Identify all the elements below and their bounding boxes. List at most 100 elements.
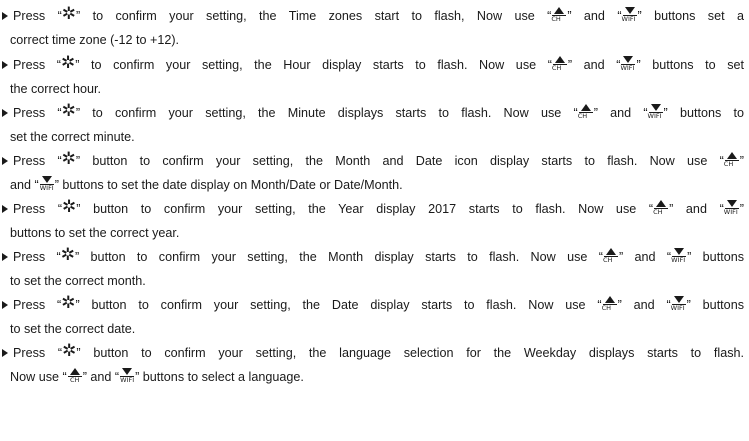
bullet-icon <box>2 349 8 357</box>
gear-icon: ✲ <box>62 341 77 362</box>
ch-label: CH <box>69 375 80 384</box>
up-arrow-ch-icon: CH <box>67 366 83 386</box>
instruction-item: Press “✲” button to confirm your setting… <box>2 341 744 389</box>
triangle-up-icon <box>726 151 737 159</box>
wifi-label: WIFI <box>671 255 686 264</box>
triangle-down-icon <box>122 367 133 375</box>
instruction-text: ” and “ <box>82 370 120 384</box>
instruction-line-first: Press “✲” button to confirm your setting… <box>2 341 744 365</box>
bullet-icon <box>2 205 8 213</box>
triangle-up-icon <box>580 103 591 111</box>
instruction-text: ” buttons set a <box>637 9 745 23</box>
triangle-up-icon <box>554 6 565 14</box>
gear-icon: ✲ <box>62 197 77 218</box>
instruction-text: ” and “ <box>593 106 648 120</box>
instruction-text: ” button to confirm your setting, the Da… <box>75 298 602 312</box>
instruction-text: ” button to confirm your setting, the Mo… <box>75 154 724 168</box>
instruction-text: Press “ <box>13 346 63 360</box>
instruction-line-first: Press “✲” button to confirm your setting… <box>2 149 744 173</box>
instruction-text: Press “ <box>13 9 62 23</box>
gear-icon: ✲ <box>61 4 77 25</box>
instruction-text: ” buttons <box>687 250 744 264</box>
ch-label: CH <box>551 14 561 23</box>
bullet-icon <box>2 109 8 117</box>
gear-icon: ✲ <box>60 53 76 74</box>
ch-label: CH <box>551 63 562 72</box>
instruction-line-first: Press “✲” to confirm your setting, the T… <box>2 4 744 28</box>
instruction-item: Press “✲” button to confirm your setting… <box>2 245 744 293</box>
bullet-icon <box>2 61 8 69</box>
instruction-text: ” and “ <box>617 298 671 312</box>
triangle-down-icon <box>673 295 684 303</box>
instruction-text: ” and “ <box>567 9 622 23</box>
up-arrow-ch-icon: CH <box>603 246 619 266</box>
instruction-text: ” and “ <box>567 58 621 72</box>
triangle-down-icon <box>623 55 634 63</box>
bullet-icon <box>2 301 8 309</box>
wifi-label: WIFI <box>647 111 662 120</box>
instruction-item: Press “✲” to confirm your setting, the M… <box>2 101 744 149</box>
wifi-label: WIFI <box>39 183 54 192</box>
instruction-text: Press “ <box>13 202 63 216</box>
down-arrow-wifi-icon: WIFI <box>671 294 687 314</box>
instruction-text: buttons to set the correct year. <box>10 226 180 240</box>
instruction-text: the correct hour. <box>10 82 102 96</box>
instruction-text: to set the correct month. <box>10 274 146 288</box>
instruction-text: Now use “ <box>10 370 67 384</box>
down-arrow-wifi-icon: WIFI <box>724 198 740 218</box>
instruction-item: Press “✲” button to confirm your setting… <box>2 149 744 197</box>
gear-icon: ✲ <box>61 293 76 314</box>
instruction-item: Press “✲” to confirm your setting, the H… <box>2 53 744 101</box>
down-arrow-wifi-icon: WIFI <box>620 54 636 74</box>
instruction-line-continued: set the correct minute. <box>2 125 744 149</box>
instruction-text: Press “ <box>13 58 61 72</box>
instruction-text: ” buttons to select a language. <box>135 370 304 384</box>
triangle-up-icon <box>656 199 667 207</box>
instruction-line-first: Press “✲” to confirm your setting, the M… <box>2 101 744 125</box>
bullet-icon <box>2 157 8 165</box>
down-arrow-wifi-icon: WIFI <box>119 366 135 386</box>
instruction-text: ” buttons to <box>663 106 744 120</box>
instruction-line-continued: to set the correct month. <box>2 269 744 293</box>
instruction-text: and “ <box>10 178 39 192</box>
triangle-down-icon <box>624 6 635 14</box>
instruction-text: ” to confirm your setting, the Time zone… <box>76 9 552 23</box>
wifi-label: WIFI <box>621 14 636 23</box>
instruction-line-continued: buttons to set the correct year. <box>2 221 744 245</box>
triangle-up-icon <box>604 295 615 303</box>
ch-label: CH <box>653 207 663 216</box>
instruction-item: Press “✲” to confirm your setting, the T… <box>2 4 744 52</box>
instruction-text: ” button to confirm your setting, the la… <box>76 346 744 360</box>
wifi-label: WIFI <box>120 375 135 384</box>
instruction-line-first: Press “✲” to confirm your setting, the H… <box>2 53 744 77</box>
gear-icon: ✲ <box>61 149 76 170</box>
instruction-line-continued: Now use “CH” and “WIFI” buttons to selec… <box>2 365 744 389</box>
instruction-item: Press “✲” button to confirm your setting… <box>2 293 744 341</box>
triangle-down-icon <box>650 103 661 111</box>
down-arrow-wifi-icon: WIFI <box>39 174 55 194</box>
instruction-text: ” and “ <box>618 250 672 264</box>
instruction-text: ” buttons to set the date display on Mon… <box>54 178 403 192</box>
instruction-text: ” <box>739 154 744 168</box>
instruction-item: Press “✲” button to confirm your setting… <box>2 197 744 245</box>
triangle-down-icon <box>674 247 685 255</box>
up-arrow-ch-icon: CH <box>551 5 567 25</box>
instruction-text: ” and “ <box>669 202 724 216</box>
instruction-line-continued: the correct hour. <box>2 77 744 101</box>
bullet-icon <box>2 253 8 261</box>
instruction-text: Press “ <box>13 106 62 120</box>
instruction-text: ” to confirm your setting, the Hour disp… <box>75 58 552 72</box>
up-arrow-ch-icon: CH <box>653 198 669 218</box>
up-arrow-ch-icon: CH <box>602 294 618 314</box>
instruction-line-first: Press “✲” button to confirm your setting… <box>2 293 744 317</box>
down-arrow-wifi-icon: WIFI <box>622 5 638 25</box>
instruction-text: correct time zone (-12 to +12). <box>10 33 180 47</box>
up-arrow-ch-icon: CH <box>578 102 594 122</box>
up-arrow-ch-icon: CH <box>724 150 740 170</box>
triangle-up-icon <box>554 55 565 63</box>
down-arrow-wifi-icon: WIFI <box>648 102 664 122</box>
wifi-label: WIFI <box>723 207 738 216</box>
instruction-text: set the correct minute. <box>10 130 135 144</box>
instruction-text: ” buttons <box>686 298 744 312</box>
wifi-label: WIFI <box>670 303 685 312</box>
